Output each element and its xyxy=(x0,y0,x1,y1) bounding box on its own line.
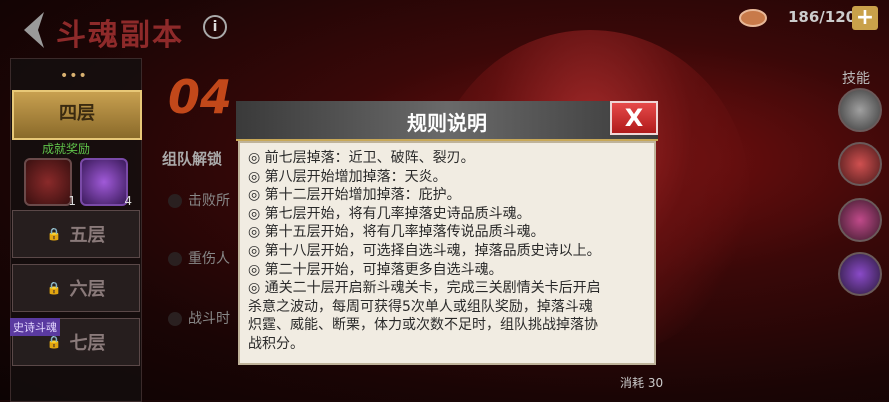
rule-item: 杀意之波动，每周可获得5次单人或组队奖励，掉落斗魂 xyxy=(248,298,593,315)
rules-list: ◎ 前七层掉落：近卫、破阵、裂刃。 ◎ 第八层开始增加掉落：天炎。 ◎ 第十二层… xyxy=(248,149,648,354)
reward-label: 成就奖励 xyxy=(42,142,91,156)
rule-item: ◎ 第七层开始，将有几率掉落史诗品质斗魂。 xyxy=(248,205,531,222)
floor-label: 五层 xyxy=(69,225,106,246)
cost-display: 消耗 30 xyxy=(620,376,664,390)
add-stamina-button[interactable]: + xyxy=(852,6,878,30)
skill-slot-icon[interactable] xyxy=(838,198,882,242)
lock-icon: 🔒 xyxy=(46,335,62,349)
floor-tab-6[interactable]: 🔒 六层 xyxy=(12,264,140,312)
rule-item: ◎ 前七层掉落：近卫、破阵、裂刃。 xyxy=(248,150,475,166)
task-item: 战斗时 xyxy=(168,308,230,328)
back-arrow-icon[interactable] xyxy=(18,10,46,50)
reward-count: 1 xyxy=(68,194,76,208)
floor-label: 六层 xyxy=(69,279,106,300)
lock-icon: 🔒 xyxy=(46,227,62,241)
rules-dialog: 规则说明 X ◎ 前七层掉落：近卫、破阵、裂刃。 ◎ 第八层开始增加掉落：天炎。… xyxy=(236,101,658,365)
skill-slot-icon[interactable] xyxy=(838,88,882,132)
skill-slot-icon[interactable] xyxy=(838,142,882,186)
floor-tab-selected[interactable]: 四层 xyxy=(12,90,142,140)
dialog-header: 规则说明 xyxy=(236,101,658,141)
close-button[interactable]: X xyxy=(610,101,658,135)
reward-item-soul[interactable]: 4 xyxy=(80,158,132,208)
reward-item-fighter[interactable]: 1 xyxy=(24,158,76,208)
task-item: 击败所 xyxy=(168,190,230,210)
rule-item: ◎ 第八层开始增加掉落：天炎。 xyxy=(248,168,447,185)
stamina-icon xyxy=(739,9,767,27)
task-check-icon xyxy=(168,194,182,208)
rule-item: ◎ 第十五层开始，将有几率掉落传说品质斗魂。 xyxy=(248,224,545,241)
task-item: 重伤人 xyxy=(168,248,230,268)
team-unlock-label: 组队解锁 xyxy=(162,150,223,168)
rule-item: 炽霆、威能、断栗，体力或次数不足时，组队挑战掉落协 xyxy=(248,317,598,334)
rule-item: ◎ 第十八层开始，可选择自选斗魂，掉落品质史诗以上。 xyxy=(248,242,601,259)
dialog-body: ◎ 前七层掉落：近卫、破阵、裂刃。 ◎ 第八层开始增加掉落：天炎。 ◎ 第十二层… xyxy=(238,141,656,365)
dialog-title: 规则说明 xyxy=(407,111,487,135)
lock-icon: 🔒 xyxy=(46,281,62,295)
rule-item: ◎ 第十二层开始增加掉落：庇护。 xyxy=(248,187,461,204)
rule-item: 战积分。 xyxy=(248,335,304,352)
info-icon[interactable]: i xyxy=(203,15,227,39)
skill-label: 技能 xyxy=(842,71,870,87)
page-title: 斗魂副本 xyxy=(56,18,184,53)
floor-label: 七层 xyxy=(69,333,106,354)
epic-soul-tag: 史诗斗魂 xyxy=(10,318,60,336)
floor-tab-5[interactable]: 🔒 五层 xyxy=(12,210,140,258)
floor-number: 04 xyxy=(168,70,233,124)
skill-slot-icon[interactable] xyxy=(838,252,882,296)
stamina-counter: 186/120 xyxy=(788,8,857,26)
rule-item: ◎ 通关二十层开启新斗魂关卡，完成三关剧情关卡后开启 xyxy=(248,280,601,297)
task-check-icon xyxy=(168,312,182,326)
reward-count: 4 xyxy=(124,194,132,208)
pager-dots: ••• xyxy=(60,68,88,84)
rule-item: ◎ 第二十层开始，可掉落更多自选斗魂。 xyxy=(248,261,503,278)
task-check-icon xyxy=(168,252,182,266)
